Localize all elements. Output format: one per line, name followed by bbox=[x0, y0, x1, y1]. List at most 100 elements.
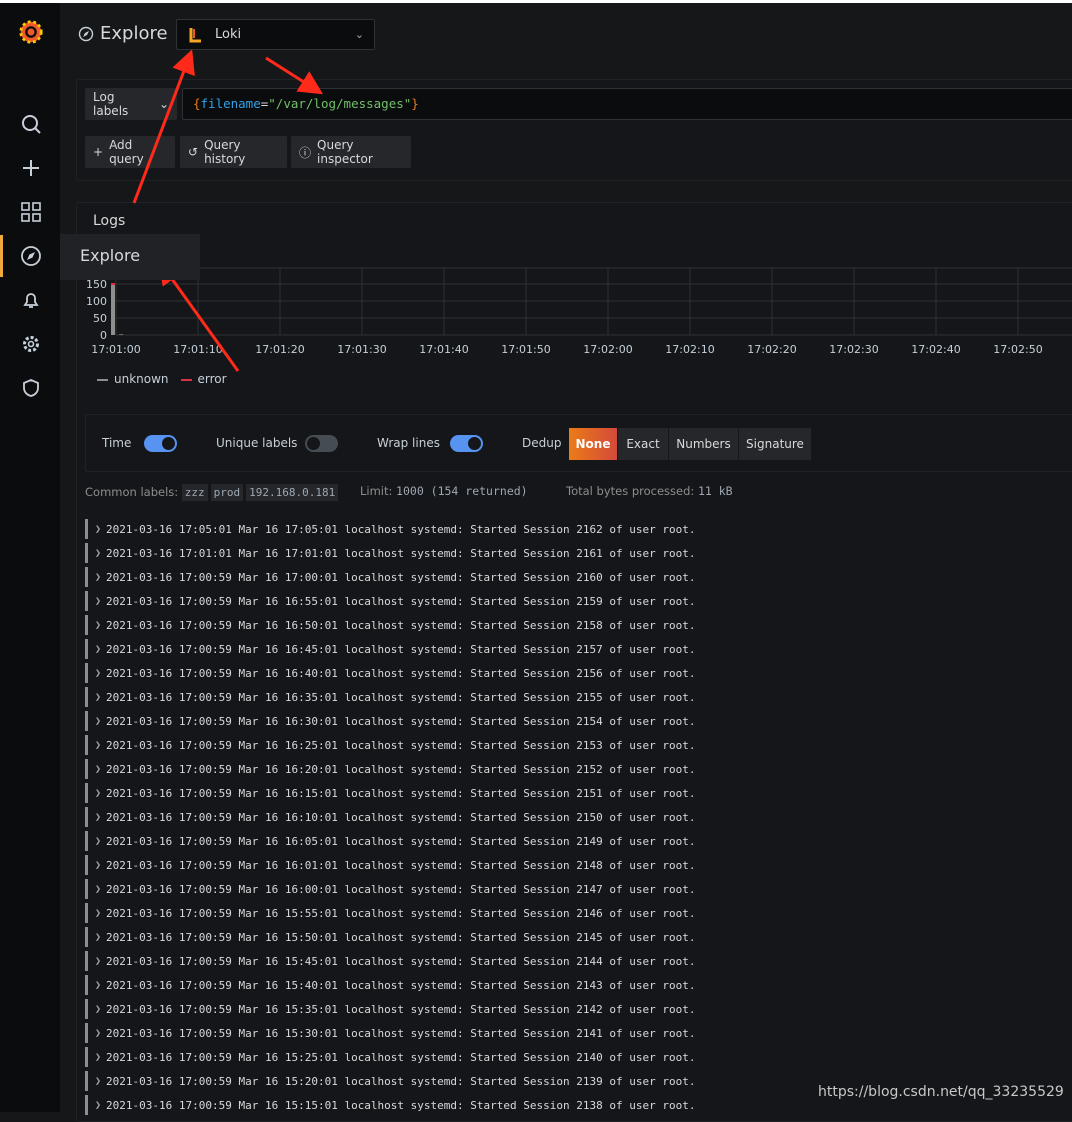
log-row[interactable]: ❯ 2021-03-16 17:00:59 Mar 16 15:40:01 loc… bbox=[85, 973, 1072, 997]
chevron-right-icon[interactable]: ❯ bbox=[95, 812, 101, 823]
chevron-right-icon[interactable]: ❯ bbox=[95, 788, 101, 799]
wrap-lines-toggle[interactable] bbox=[450, 435, 483, 452]
chevron-right-icon[interactable]: ❯ bbox=[95, 644, 101, 655]
dedup-label: Dedup bbox=[522, 436, 562, 450]
log-line: 2021-03-16 17:00:59 Mar 16 15:55:01 loca… bbox=[106, 906, 696, 920]
log-line: 2021-03-16 17:00:59 Mar 16 17:00:01 loca… bbox=[106, 570, 696, 584]
bar-unknown bbox=[119, 334, 124, 335]
time-toggle-label: Time bbox=[102, 436, 132, 450]
log-row[interactable]: ❯ 2021-03-16 17:00:59 Mar 16 17:00:01 loc… bbox=[85, 565, 1072, 589]
chevron-right-icon[interactable]: ❯ bbox=[95, 1076, 101, 1087]
log-row[interactable]: ❯ 2021-03-16 17:00:59 Mar 16 16:05:01 loc… bbox=[85, 829, 1072, 853]
log-level-indicator bbox=[85, 999, 88, 1019]
log-level-indicator bbox=[85, 639, 88, 659]
log-level-indicator bbox=[85, 735, 88, 755]
log-row[interactable]: ❯ 2021-03-16 17:00:59 Mar 16 16:35:01 loc… bbox=[85, 685, 1072, 709]
legend-item-unknown[interactable]: unknown bbox=[97, 372, 169, 386]
log-line: 2021-03-16 17:00:59 Mar 16 15:50:01 loca… bbox=[106, 930, 696, 944]
chevron-right-icon[interactable]: ❯ bbox=[95, 740, 101, 751]
log-row[interactable]: ❯ 2021-03-16 17:00:59 Mar 16 16:50:01 loc… bbox=[85, 613, 1072, 637]
chevron-right-icon[interactable]: ❯ bbox=[95, 836, 101, 847]
chevron-right-icon[interactable]: ❯ bbox=[95, 764, 101, 775]
log-line: 2021-03-16 17:00:59 Mar 16 15:30:01 loca… bbox=[106, 1026, 696, 1040]
log-level-indicator bbox=[85, 711, 88, 731]
log-line: 2021-03-16 17:00:59 Mar 16 15:20:01 loca… bbox=[106, 1074, 696, 1088]
chevron-right-icon[interactable]: ❯ bbox=[95, 860, 101, 871]
legend-item-error[interactable]: error bbox=[180, 372, 227, 386]
chevron-right-icon[interactable]: ❯ bbox=[95, 1004, 101, 1015]
log-row[interactable]: ❯ 2021-03-16 17:00:59 Mar 16 16:10:01 loc… bbox=[85, 805, 1072, 829]
log-line: 2021-03-16 17:00:59 Mar 16 15:40:01 loca… bbox=[106, 978, 696, 992]
log-row[interactable]: ❯ 2021-03-16 17:00:59 Mar 16 16:00:01 loc… bbox=[85, 877, 1072, 901]
log-row[interactable]: ❯ 2021-03-16 17:00:59 Mar 16 15:45:01 loc… bbox=[85, 949, 1072, 973]
time-toggle[interactable] bbox=[144, 435, 177, 452]
x-tick-label: 17:01:20 bbox=[255, 343, 304, 356]
dedup-exact[interactable]: Exact bbox=[618, 428, 668, 460]
logs-volume-chart: 05010015017:01:00 17:01:10 17:01:20 17:01:3… bbox=[86, 267, 1072, 356]
log-row[interactable]: ❯ 2021-03-16 17:00:59 Mar 16 16:01:01 loc… bbox=[85, 853, 1072, 877]
log-line: 2021-03-16 17:01:01 Mar 16 17:01:01 loca… bbox=[106, 546, 696, 560]
log-row[interactable]: ❯ 2021-03-16 17:00:59 Mar 16 15:35:01 loc… bbox=[85, 997, 1072, 1021]
log-row[interactable]: ❯ 2021-03-16 17:05:01 Mar 16 17:05:01 loc… bbox=[85, 517, 1072, 541]
chevron-right-icon[interactable]: ❯ bbox=[95, 620, 101, 631]
chevron-right-icon[interactable]: ❯ bbox=[95, 524, 101, 535]
x-tick-label: 17:02:10 bbox=[665, 343, 714, 356]
log-row[interactable]: ❯ 2021-03-16 17:00:59 Mar 16 16:55:01 loc… bbox=[85, 589, 1072, 613]
chevron-right-icon[interactable]: ❯ bbox=[95, 1028, 101, 1039]
log-row[interactable]: ❯ 2021-03-16 17:00:59 Mar 16 16:25:01 loc… bbox=[85, 733, 1072, 757]
log-level-indicator bbox=[85, 687, 88, 707]
label-chip: zzz bbox=[181, 484, 208, 501]
watermark: https://blog.csdn.net/qq_33235529 bbox=[818, 1084, 1064, 1100]
log-rows: ❯ 2021-03-16 17:05:01 Mar 16 17:05:01 loc… bbox=[85, 517, 1072, 1117]
chevron-right-icon[interactable]: ❯ bbox=[95, 956, 101, 967]
log-line: 2021-03-16 17:00:59 Mar 16 16:35:01 loca… bbox=[106, 690, 696, 704]
log-level-indicator bbox=[85, 975, 88, 995]
bytes-value: 11 kB bbox=[697, 484, 733, 498]
log-row[interactable]: ❯ 2021-03-16 17:00:59 Mar 16 15:50:01 loc… bbox=[85, 925, 1072, 949]
chevron-right-icon[interactable]: ❯ bbox=[95, 572, 101, 583]
x-tick-label: 17:02:00 bbox=[583, 343, 632, 356]
dedup-numbers[interactable]: Numbers bbox=[669, 428, 738, 460]
chevron-right-icon[interactable]: ❯ bbox=[95, 980, 101, 991]
chart-legend: unknown error bbox=[97, 372, 227, 386]
log-line: 2021-03-16 17:00:59 Mar 16 15:35:01 loca… bbox=[106, 1002, 696, 1016]
chevron-right-icon[interactable]: ❯ bbox=[95, 548, 101, 559]
log-line: 2021-03-16 17:00:59 Mar 16 16:20:01 loca… bbox=[106, 762, 696, 776]
chevron-right-icon[interactable]: ❯ bbox=[95, 908, 101, 919]
log-level-indicator bbox=[85, 1095, 88, 1115]
x-tick-label: 17:02:50 bbox=[993, 343, 1042, 356]
chevron-right-icon[interactable]: ❯ bbox=[95, 1052, 101, 1063]
log-row[interactable]: ❯ 2021-03-16 17:00:59 Mar 16 15:25:01 loc… bbox=[85, 1045, 1072, 1069]
log-line: 2021-03-16 17:00:59 Mar 16 16:40:01 loca… bbox=[106, 666, 696, 680]
chevron-right-icon[interactable]: ❯ bbox=[95, 716, 101, 727]
log-row[interactable]: ❯ 2021-03-16 17:00:59 Mar 16 16:30:01 loc… bbox=[85, 709, 1072, 733]
log-row[interactable]: ❯ 2021-03-16 17:00:59 Mar 16 15:55:01 loc… bbox=[85, 901, 1072, 925]
log-row[interactable]: ❯ 2021-03-16 17:01:01 Mar 16 17:01:01 loc… bbox=[85, 541, 1072, 565]
limit-info: Limit: 1000 (154 returned) bbox=[360, 484, 528, 498]
log-line: 2021-03-16 17:00:59 Mar 16 16:15:01 loca… bbox=[106, 786, 696, 800]
log-level-indicator bbox=[85, 783, 88, 803]
log-row[interactable]: ❯ 2021-03-16 17:00:59 Mar 16 16:45:01 loc… bbox=[85, 637, 1072, 661]
chevron-right-icon[interactable]: ❯ bbox=[95, 596, 101, 607]
dedup-signature[interactable]: Signature bbox=[739, 428, 811, 460]
log-line: 2021-03-16 17:00:59 Mar 16 16:00:01 loca… bbox=[106, 882, 696, 896]
log-level-indicator bbox=[85, 543, 88, 563]
log-row[interactable]: ❯ 2021-03-16 17:00:59 Mar 16 16:40:01 loc… bbox=[85, 661, 1072, 685]
chevron-right-icon[interactable]: ❯ bbox=[95, 668, 101, 679]
log-level-indicator bbox=[85, 879, 88, 899]
log-line: 2021-03-16 17:00:59 Mar 16 16:25:01 loca… bbox=[106, 738, 696, 752]
x-tick-label: 17:01:50 bbox=[501, 343, 550, 356]
log-level-indicator bbox=[85, 831, 88, 851]
log-row[interactable]: ❯ 2021-03-16 17:00:59 Mar 16 16:20:01 loc… bbox=[85, 757, 1072, 781]
dedup-none[interactable]: None bbox=[569, 428, 617, 460]
log-level-indicator bbox=[85, 951, 88, 971]
chevron-right-icon[interactable]: ❯ bbox=[95, 884, 101, 895]
unique-labels-toggle[interactable] bbox=[305, 435, 338, 452]
log-row[interactable]: ❯ 2021-03-16 17:00:59 Mar 16 16:15:01 loc… bbox=[85, 781, 1072, 805]
y-tick-label: 50 bbox=[93, 312, 107, 325]
y-tick-label: 100 bbox=[86, 295, 107, 308]
log-row[interactable]: ❯ 2021-03-16 17:00:59 Mar 16 15:30:01 loc… bbox=[85, 1021, 1072, 1045]
chevron-right-icon[interactable]: ❯ bbox=[95, 932, 101, 943]
label-chip: prod bbox=[210, 484, 244, 501]
chevron-right-icon[interactable]: ❯ bbox=[95, 692, 101, 703]
